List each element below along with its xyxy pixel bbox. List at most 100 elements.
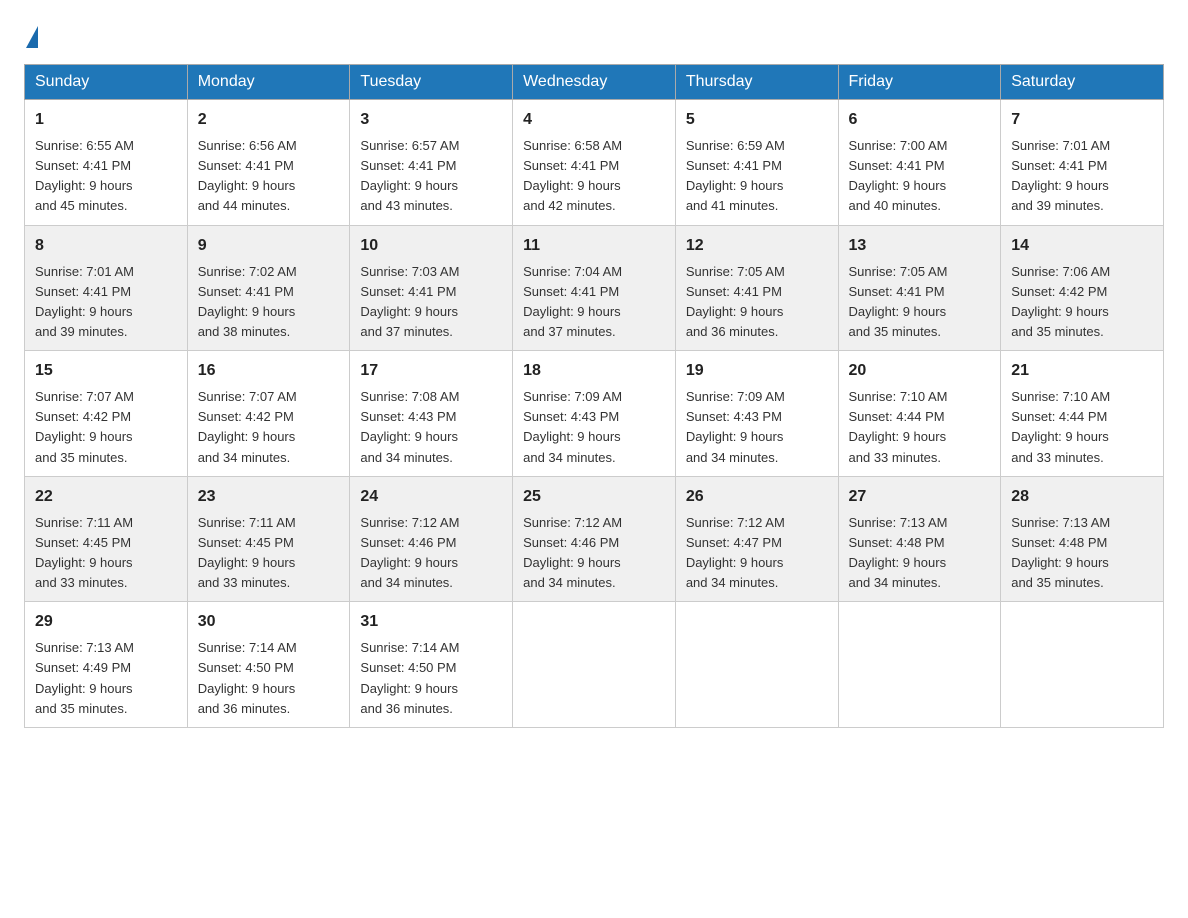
day-info: Sunrise: 7:00 AMSunset: 4:41 PMDaylight:… bbox=[849, 136, 991, 217]
table-cell: 19 Sunrise: 7:09 AMSunset: 4:43 PMDayligh… bbox=[675, 351, 838, 477]
table-cell: 14 Sunrise: 7:06 AMSunset: 4:42 PMDayligh… bbox=[1001, 225, 1164, 351]
table-cell: 7 Sunrise: 7:01 AMSunset: 4:41 PMDaylight… bbox=[1001, 100, 1164, 226]
table-cell: 23 Sunrise: 7:11 AMSunset: 4:45 PMDayligh… bbox=[187, 476, 350, 602]
table-cell: 11 Sunrise: 7:04 AMSunset: 4:41 PMDayligh… bbox=[513, 225, 676, 351]
day-number: 21 bbox=[1011, 359, 1153, 383]
day-number: 31 bbox=[360, 610, 502, 634]
day-number: 19 bbox=[686, 359, 828, 383]
table-cell: 9Sunrise: 7:02 AMSunset: 4:41 PMDaylight… bbox=[187, 225, 350, 351]
day-info: Sunrise: 7:13 AMSunset: 4:48 PMDaylight:… bbox=[849, 513, 991, 594]
day-number: 28 bbox=[1011, 485, 1153, 509]
day-info: Sunrise: 7:12 AMSunset: 4:46 PMDaylight:… bbox=[523, 513, 665, 594]
day-number: 27 bbox=[849, 485, 991, 509]
day-info: Sunrise: 7:13 AMSunset: 4:49 PMDaylight:… bbox=[35, 638, 177, 719]
day-number: 6 bbox=[849, 108, 991, 132]
calendar-week-row: 15 Sunrise: 7:07 AMSunset: 4:42 PMDayligh… bbox=[25, 351, 1164, 477]
table-cell: 15 Sunrise: 7:07 AMSunset: 4:42 PMDayligh… bbox=[25, 351, 188, 477]
day-info: Sunrise: 7:06 AMSunset: 4:42 PMDaylight:… bbox=[1011, 262, 1153, 343]
table-cell: 24 Sunrise: 7:12 AMSunset: 4:46 PMDayligh… bbox=[350, 476, 513, 602]
day-number: 29 bbox=[35, 610, 177, 634]
day-number: 2 bbox=[198, 108, 340, 132]
table-cell: 5 Sunrise: 6:59 AMSunset: 4:41 PMDaylight… bbox=[675, 100, 838, 226]
day-info: Sunrise: 7:12 AMSunset: 4:47 PMDaylight:… bbox=[686, 513, 828, 594]
table-cell: 2 Sunrise: 6:56 AMSunset: 4:41 PMDaylight… bbox=[187, 100, 350, 226]
header-friday: Friday bbox=[838, 65, 1001, 100]
table-cell: 18 Sunrise: 7:09 AMSunset: 4:43 PMDayligh… bbox=[513, 351, 676, 477]
calendar-table: Sunday Monday Tuesday Wednesday Thursday… bbox=[24, 64, 1164, 728]
day-number: 25 bbox=[523, 485, 665, 509]
table-cell: 4 Sunrise: 6:58 AMSunset: 4:41 PMDaylight… bbox=[513, 100, 676, 226]
day-info: Sunrise: 7:05 AMSunset: 4:41 PMDaylight:… bbox=[849, 262, 991, 343]
table-cell bbox=[1001, 602, 1164, 728]
day-number: 18 bbox=[523, 359, 665, 383]
day-number: 5 bbox=[686, 108, 828, 132]
table-cell: 3Sunrise: 6:57 AMSunset: 4:41 PMDaylight… bbox=[350, 100, 513, 226]
table-cell: 12Sunrise: 7:05 AMSunset: 4:41 PMDayligh… bbox=[675, 225, 838, 351]
table-cell: 16 Sunrise: 7:07 AMSunset: 4:42 PMDayligh… bbox=[187, 351, 350, 477]
table-cell: 21 Sunrise: 7:10 AMSunset: 4:44 PMDayligh… bbox=[1001, 351, 1164, 477]
day-info: Sunrise: 7:09 AMSunset: 4:43 PMDaylight:… bbox=[686, 387, 828, 468]
header-tuesday: Tuesday bbox=[350, 65, 513, 100]
table-cell: 6 Sunrise: 7:00 AMSunset: 4:41 PMDaylight… bbox=[838, 100, 1001, 226]
day-info: Sunrise: 7:12 AMSunset: 4:46 PMDaylight:… bbox=[360, 513, 502, 594]
day-info: Sunrise: 7:07 AMSunset: 4:42 PMDaylight:… bbox=[35, 387, 177, 468]
day-number: 11 bbox=[523, 234, 665, 258]
table-cell: 26 Sunrise: 7:12 AMSunset: 4:47 PMDayligh… bbox=[675, 476, 838, 602]
day-info: Sunrise: 7:11 AMSunset: 4:45 PMDaylight:… bbox=[35, 513, 177, 594]
day-number: 8 bbox=[35, 234, 177, 258]
header-sunday: Sunday bbox=[25, 65, 188, 100]
day-number: 10 bbox=[360, 234, 502, 258]
day-info: Sunrise: 6:59 AMSunset: 4:41 PMDaylight:… bbox=[686, 136, 828, 217]
header-thursday: Thursday bbox=[675, 65, 838, 100]
day-info: Sunrise: 7:11 AMSunset: 4:45 PMDaylight:… bbox=[198, 513, 340, 594]
table-cell: 1Sunrise: 6:55 AMSunset: 4:41 PMDaylight… bbox=[25, 100, 188, 226]
header-saturday: Saturday bbox=[1001, 65, 1164, 100]
day-info: Sunrise: 6:57 AMSunset: 4:41 PMDaylight:… bbox=[360, 136, 502, 217]
day-number: 30 bbox=[198, 610, 340, 634]
day-number: 22 bbox=[35, 485, 177, 509]
table-cell: 17Sunrise: 7:08 AMSunset: 4:43 PMDayligh… bbox=[350, 351, 513, 477]
table-cell bbox=[513, 602, 676, 728]
table-cell: 30 Sunrise: 7:14 AMSunset: 4:50 PMDayligh… bbox=[187, 602, 350, 728]
day-info: Sunrise: 6:58 AMSunset: 4:41 PMDaylight:… bbox=[523, 136, 665, 217]
day-info: Sunrise: 7:13 AMSunset: 4:48 PMDaylight:… bbox=[1011, 513, 1153, 594]
table-cell: 20Sunrise: 7:10 AMSunset: 4:44 PMDayligh… bbox=[838, 351, 1001, 477]
calendar-week-row: 22 Sunrise: 7:11 AMSunset: 4:45 PMDayligh… bbox=[25, 476, 1164, 602]
table-cell: 28 Sunrise: 7:13 AMSunset: 4:48 PMDayligh… bbox=[1001, 476, 1164, 602]
header-monday: Monday bbox=[187, 65, 350, 100]
table-cell: 25 Sunrise: 7:12 AMSunset: 4:46 PMDayligh… bbox=[513, 476, 676, 602]
day-number: 1 bbox=[35, 108, 177, 132]
day-info: Sunrise: 7:05 AMSunset: 4:41 PMDaylight:… bbox=[686, 262, 828, 343]
day-info: Sunrise: 7:01 AMSunset: 4:41 PMDaylight:… bbox=[35, 262, 177, 343]
day-number: 23 bbox=[198, 485, 340, 509]
day-info: Sunrise: 7:03 AMSunset: 4:41 PMDaylight:… bbox=[360, 262, 502, 343]
table-cell: 13Sunrise: 7:05 AMSunset: 4:41 PMDayligh… bbox=[838, 225, 1001, 351]
logo-triangle-icon bbox=[26, 26, 38, 48]
calendar-week-row: 1Sunrise: 6:55 AMSunset: 4:41 PMDaylight… bbox=[25, 100, 1164, 226]
day-info: Sunrise: 7:14 AMSunset: 4:50 PMDaylight:… bbox=[360, 638, 502, 719]
table-cell: 27 Sunrise: 7:13 AMSunset: 4:48 PMDayligh… bbox=[838, 476, 1001, 602]
day-info: Sunrise: 7:01 AMSunset: 4:41 PMDaylight:… bbox=[1011, 136, 1153, 217]
day-info: Sunrise: 7:10 AMSunset: 4:44 PMDaylight:… bbox=[849, 387, 991, 468]
day-number: 14 bbox=[1011, 234, 1153, 258]
day-info: Sunrise: 7:09 AMSunset: 4:43 PMDaylight:… bbox=[523, 387, 665, 468]
day-number: 16 bbox=[198, 359, 340, 383]
day-info: Sunrise: 7:10 AMSunset: 4:44 PMDaylight:… bbox=[1011, 387, 1153, 468]
day-number: 9 bbox=[198, 234, 340, 258]
header-wednesday: Wednesday bbox=[513, 65, 676, 100]
day-number: 7 bbox=[1011, 108, 1153, 132]
day-number: 26 bbox=[686, 485, 828, 509]
calendar-header-row: Sunday Monday Tuesday Wednesday Thursday… bbox=[25, 65, 1164, 100]
day-number: 4 bbox=[523, 108, 665, 132]
day-info: Sunrise: 6:56 AMSunset: 4:41 PMDaylight:… bbox=[198, 136, 340, 217]
day-number: 17 bbox=[360, 359, 502, 383]
day-info: Sunrise: 7:07 AMSunset: 4:42 PMDaylight:… bbox=[198, 387, 340, 468]
day-number: 24 bbox=[360, 485, 502, 509]
day-info: Sunrise: 7:04 AMSunset: 4:41 PMDaylight:… bbox=[523, 262, 665, 343]
table-cell bbox=[675, 602, 838, 728]
table-cell: 29 Sunrise: 7:13 AMSunset: 4:49 PMDayligh… bbox=[25, 602, 188, 728]
day-info: Sunrise: 7:14 AMSunset: 4:50 PMDaylight:… bbox=[198, 638, 340, 719]
calendar-week-row: 29 Sunrise: 7:13 AMSunset: 4:49 PMDayligh… bbox=[25, 602, 1164, 728]
table-cell bbox=[838, 602, 1001, 728]
day-number: 15 bbox=[35, 359, 177, 383]
